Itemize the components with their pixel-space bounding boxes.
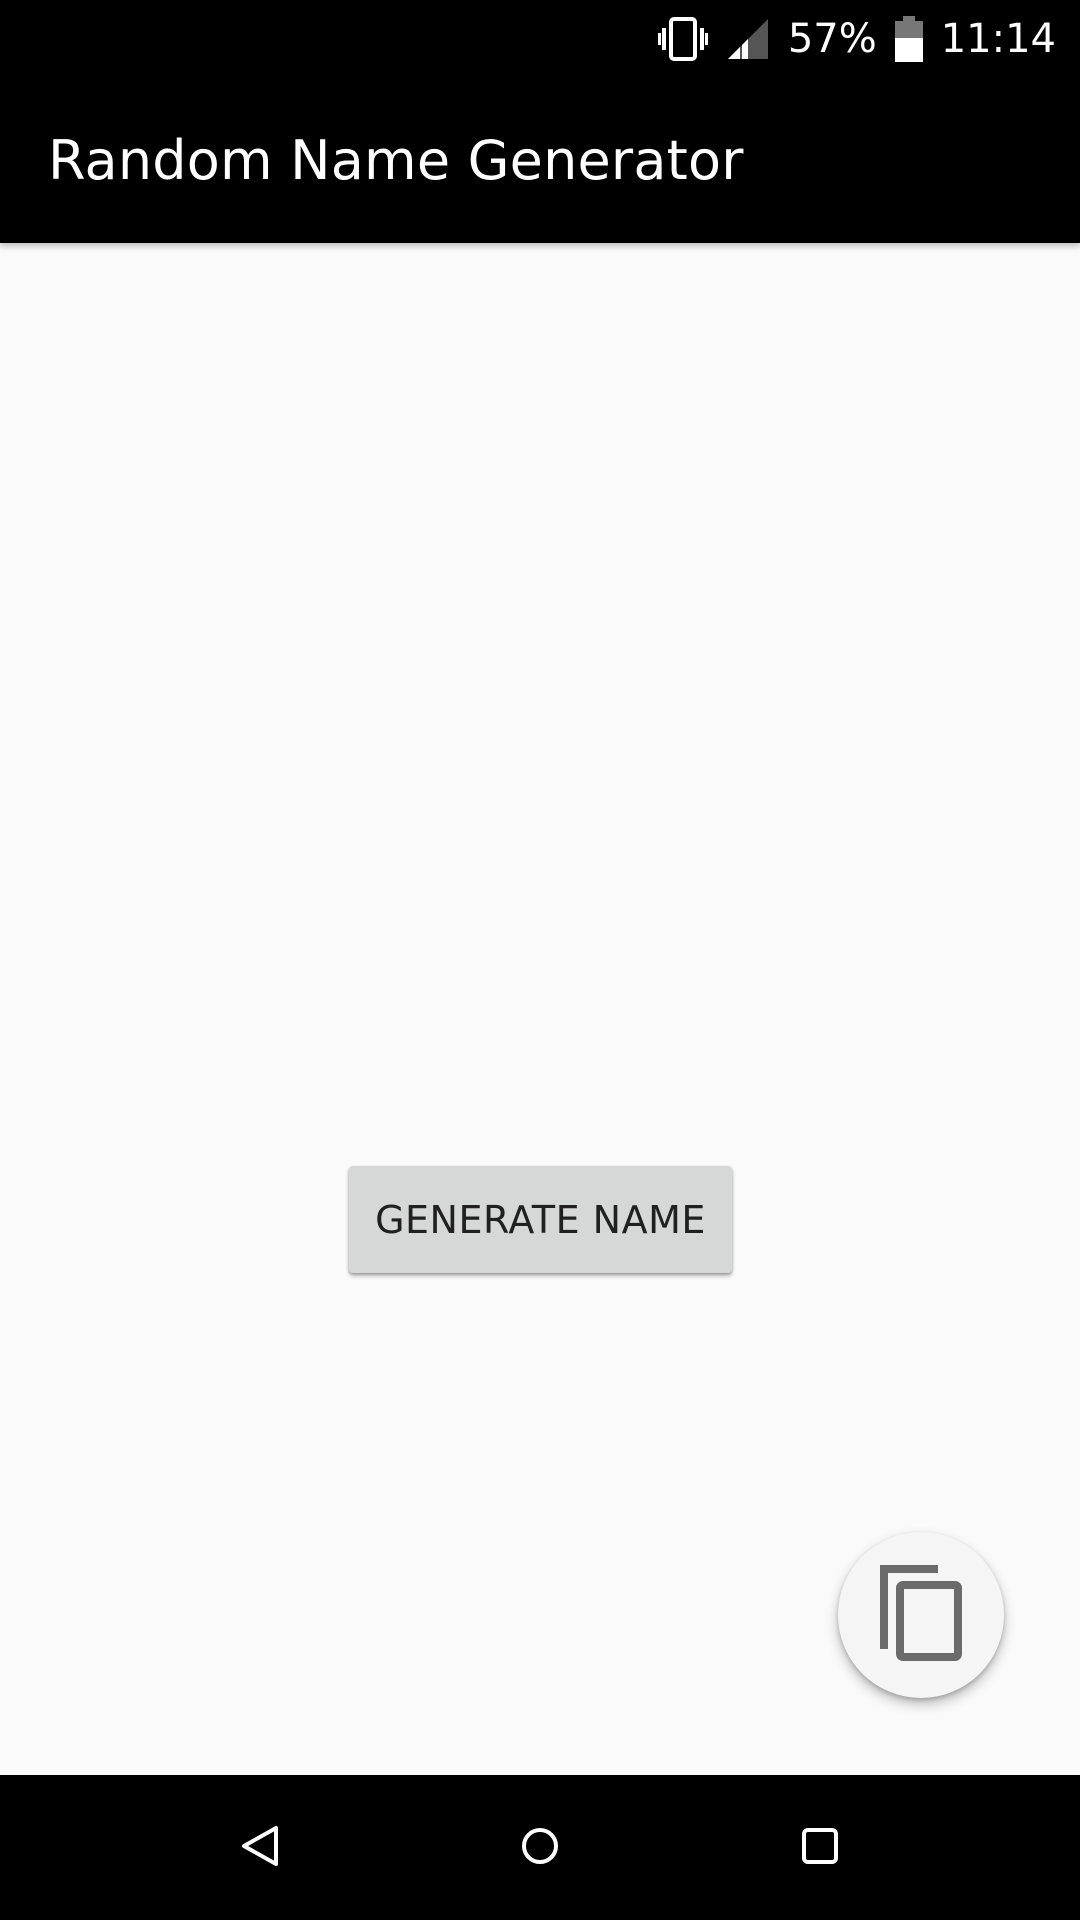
battery-icon <box>894 16 923 62</box>
signal-icon <box>726 17 770 61</box>
back-button[interactable] <box>180 1775 340 1920</box>
home-button[interactable] <box>460 1775 620 1920</box>
recents-button[interactable] <box>740 1775 900 1920</box>
status-indicators: 57% 11:14 <box>657 0 1056 78</box>
app-bar: Random Name Generator <box>0 78 1080 243</box>
main-content: GENERATE NAME <box>0 243 1080 1775</box>
copy-fab-button[interactable] <box>838 1532 1004 1698</box>
battery-percent: 57% <box>787 16 877 62</box>
home-icon <box>520 1826 560 1870</box>
status-bar: 57% 11:14 <box>0 0 1080 78</box>
copy-icon <box>876 1563 966 1667</box>
page-title: Random Name Generator <box>48 129 744 192</box>
recents-icon <box>801 1827 839 1869</box>
vibrate-icon <box>657 17 708 61</box>
status-time: 11:14 <box>940 16 1056 62</box>
navigation-bar <box>0 1775 1080 1920</box>
back-icon <box>240 1824 280 1872</box>
phone-screen: 57% 11:14 Random Name Generator GENERATE… <box>0 0 1080 1920</box>
generate-name-button[interactable]: GENERATE NAME <box>349 1166 732 1273</box>
